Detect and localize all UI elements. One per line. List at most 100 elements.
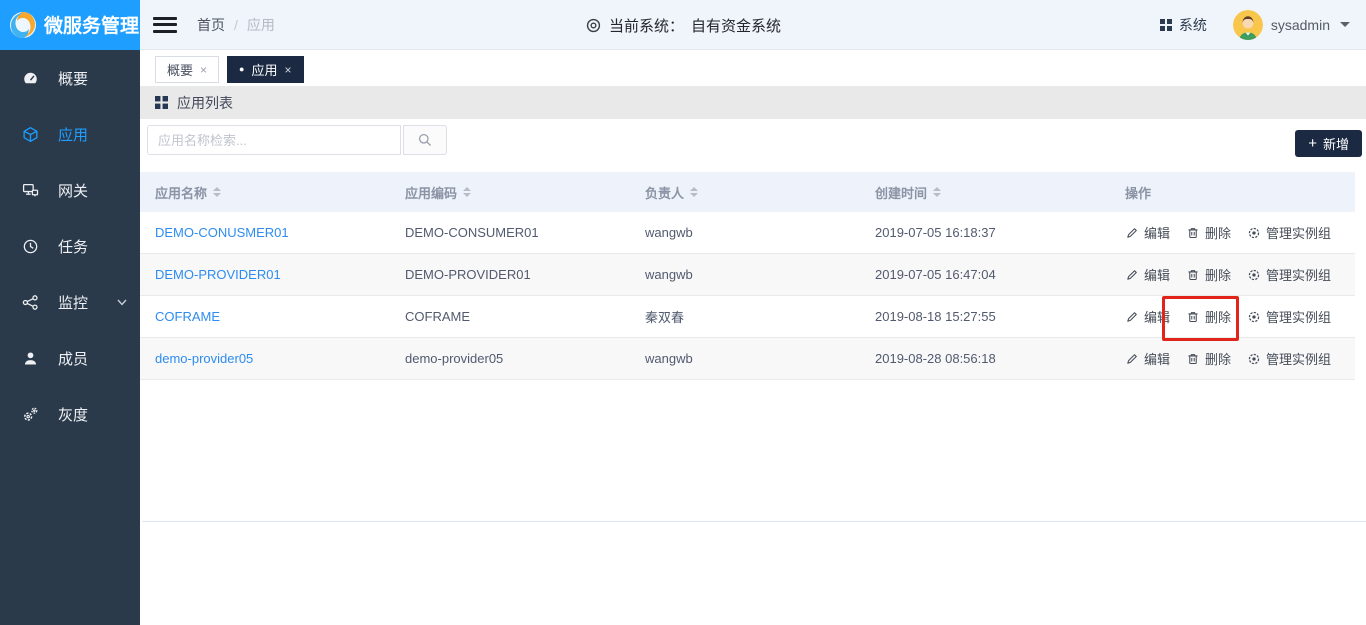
user-menu[interactable]: sysadmin <box>1233 10 1350 40</box>
app-name-link[interactable]: demo-provider05 <box>155 351 253 366</box>
sort-control[interactable] <box>933 187 941 197</box>
add-button-label: 新增 <box>1323 134 1349 153</box>
table-row: COFRAME COFRAME 秦双春 2019-08-18 15:27:55 … <box>140 296 1355 338</box>
grid-icon <box>1160 19 1172 31</box>
app-code: COFRAME <box>405 309 645 324</box>
toolbar: + 新增 <box>140 119 1366 172</box>
pencil-icon <box>1125 268 1139 282</box>
column-header-actions: 操作 <box>1125 183 1151 202</box>
app-code: DEMO-CONSUMER01 <box>405 225 645 240</box>
breadcrumb-separator: / <box>234 17 238 33</box>
close-icon[interactable]: × <box>200 64 207 76</box>
sidebar-item-label: 应用 <box>58 124 88 145</box>
app-code: demo-provider05 <box>405 351 645 366</box>
search-button[interactable] <box>403 125 447 155</box>
username: sysadmin <box>1271 17 1330 33</box>
manage-instances-button[interactable]: 管理实例组 <box>1247 349 1331 368</box>
edit-button[interactable]: 编辑 <box>1125 223 1170 242</box>
delete-button[interactable]: 删除 <box>1186 307 1231 326</box>
menu-toggle-button[interactable] <box>153 17 177 33</box>
delete-button[interactable]: 删除 <box>1186 223 1231 242</box>
app-owner: wangwb <box>645 225 875 240</box>
tab-applications[interactable]: ● 应用 × <box>227 56 303 83</box>
sidebar-item-label: 概要 <box>58 68 88 89</box>
current-system-label: 当前系统： <box>609 15 684 36</box>
system-menu[interactable]: 系统 <box>1160 15 1207 35</box>
sort-control[interactable] <box>463 187 471 197</box>
user-icon <box>21 349 39 367</box>
tab-label: 应用 <box>251 60 277 79</box>
search-icon <box>417 132 433 148</box>
manage-instances-button[interactable]: 管理实例组 <box>1247 265 1331 284</box>
breadcrumb: 首页 / 应用 <box>197 15 275 35</box>
current-system-indicator: 当前系统： 自有资金系统 <box>585 0 781 50</box>
delete-button[interactable]: 删除 <box>1186 349 1231 368</box>
pencil-icon <box>1125 226 1139 240</box>
chevron-down-icon <box>1340 22 1350 27</box>
app-created-time: 2019-07-05 16:47:04 <box>875 267 1125 282</box>
trash-icon <box>1186 352 1200 366</box>
app-owner: 秦双春 <box>645 307 875 326</box>
grid-icon <box>155 96 168 109</box>
current-system-value: 自有资金系统 <box>691 15 781 36</box>
gears-icon <box>21 405 39 423</box>
sidebar-item-graylevel[interactable]: 灰度 <box>0 386 140 442</box>
eye-icon <box>585 17 602 34</box>
app-name-link[interactable]: DEMO-PROVIDER01 <box>155 267 281 282</box>
trash-icon <box>1186 268 1200 282</box>
clock-icon <box>21 237 39 255</box>
system-menu-label: 系统 <box>1179 15 1207 35</box>
tab-bar: 概要 × ● 应用 × <box>140 50 1366 86</box>
app-created-time: 2019-07-05 16:18:37 <box>875 225 1125 240</box>
sidebar-item-monitoring[interactable]: 监控 <box>0 274 140 330</box>
sort-control[interactable] <box>213 187 221 197</box>
sidebar-item-label: 成员 <box>58 348 88 369</box>
section-title: 应用列表 <box>177 93 233 113</box>
edit-button[interactable]: 编辑 <box>1125 307 1170 326</box>
column-header-name: 应用名称 <box>155 183 207 202</box>
sidebar-item-overview[interactable]: 概要 <box>0 50 140 106</box>
search-input[interactable] <box>147 125 401 155</box>
breadcrumb-home[interactable]: 首页 <box>197 15 225 35</box>
gateway-icon <box>21 181 39 199</box>
table-row: DEMO-CONUSMER01 DEMO-CONSUMER01 wangwb 2… <box>140 212 1355 254</box>
edit-button[interactable]: 编辑 <box>1125 349 1170 368</box>
app-owner: wangwb <box>645 267 875 282</box>
content-divider <box>142 521 1366 522</box>
manage-instances-button[interactable]: 管理实例组 <box>1247 223 1331 242</box>
app-created-time: 2019-08-28 08:56:18 <box>875 351 1125 366</box>
tab-overview[interactable]: 概要 × <box>155 56 219 83</box>
sidebar: 概要 应用 网关 <box>0 50 140 625</box>
app-logo[interactable]: 微服务管理 <box>0 0 140 50</box>
avatar <box>1233 10 1263 40</box>
sidebar-item-label: 灰度 <box>58 404 88 425</box>
add-button[interactable]: + 新增 <box>1295 130 1362 157</box>
logo-swirl-icon <box>8 10 38 40</box>
pencil-icon <box>1125 352 1139 366</box>
cube-icon <box>21 125 39 143</box>
sidebar-item-label: 网关 <box>58 180 88 201</box>
section-header: 应用列表 <box>140 86 1366 119</box>
sidebar-item-members[interactable]: 成员 <box>0 330 140 386</box>
app-name-link[interactable]: COFRAME <box>155 309 220 324</box>
sort-control[interactable] <box>690 187 698 197</box>
trash-icon <box>1186 310 1200 324</box>
delete-button[interactable]: 删除 <box>1186 265 1231 284</box>
manage-instances-button[interactable]: 管理实例组 <box>1247 307 1331 326</box>
dashboard-icon <box>21 69 39 87</box>
app-code: DEMO-PROVIDER01 <box>405 267 645 282</box>
plus-icon: + <box>1308 136 1317 151</box>
search-box <box>147 125 447 155</box>
sidebar-item-tasks[interactable]: 任务 <box>0 218 140 274</box>
app-window: 微服务管理 首页 / 应用 当前系统： 自有资金系统 <box>0 0 1366 625</box>
sidebar-item-label: 监控 <box>58 292 88 313</box>
close-icon[interactable]: × <box>284 64 291 76</box>
main-content: 概要 × ● 应用 × 应用列表 <box>140 50 1366 625</box>
sidebar-item-applications[interactable]: 应用 <box>0 106 140 162</box>
trash-icon <box>1186 226 1200 240</box>
sidebar-item-gateway[interactable]: 网关 <box>0 162 140 218</box>
app-name-link[interactable]: DEMO-CONUSMER01 <box>155 225 289 240</box>
edit-button[interactable]: 编辑 <box>1125 265 1170 284</box>
column-header-created: 创建时间 <box>875 183 927 202</box>
chevron-down-icon <box>116 296 128 308</box>
